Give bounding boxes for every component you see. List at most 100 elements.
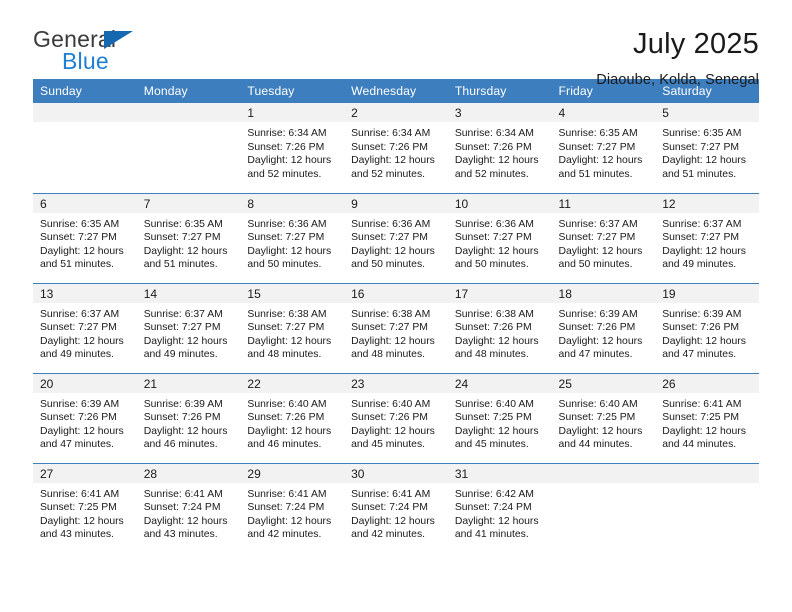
calendar-day-cell[interactable]: 28 Sunrise: 6:41 AM Sunset: 7:24 PM Dayligh…: [136, 462, 241, 553]
calendar-day-cell[interactable]: 11 Sunrise: 6:37 AM Sunset: 7:27 PM Dayligh…: [551, 192, 656, 283]
calendar-day-cell[interactable]: 12 Sunrise: 6:37 AM Sunset: 7:27 PM Dayligh…: [655, 192, 759, 283]
day-sun-details: Sunrise: 6:41 AM Sunset: 7:24 PM Daylight:…: [344, 483, 448, 542]
calendar-week-row: 27 Sunrise: 6:41 AM Sunset: 7:25 PM Dayligh…: [33, 462, 759, 553]
daylight-duration-line2: and 41 minutes.: [454, 529, 529, 541]
sunrise-time: Sunrise: 6:37 AM: [143, 308, 223, 320]
calendar-week-row: 20 Sunrise: 6:39 AM Sunset: 7:26 PM Dayligh…: [33, 372, 759, 463]
day-number: 11: [551, 193, 656, 213]
day-number: 2: [344, 103, 448, 122]
sunset-time: Sunset: 7:27 PM: [247, 232, 325, 244]
calendar-day-cell[interactable]: 21 Sunrise: 6:39 AM Sunset: 7:26 PM Dayligh…: [136, 372, 241, 463]
calendar-day-cell[interactable]: 4 Sunrise: 6:35 AM Sunset: 7:27 PM Daylight…: [551, 103, 656, 193]
day-cell-inner: 11 Sunrise: 6:37 AM Sunset: 7:27 PM Dayligh…: [551, 193, 656, 283]
day-cell-inner: 15 Sunrise: 6:38 AM Sunset: 7:27 PM Dayligh…: [240, 283, 345, 373]
sunset-time: Sunset: 7:25 PM: [40, 502, 117, 514]
day-sun-details: Sunrise: 6:40 AM Sunset: 7:26 PM Daylight:…: [344, 393, 448, 452]
sunrise-time: Sunrise: 6:38 AM: [247, 308, 327, 320]
daylight-duration-line1: Daylight: 12 hours: [143, 515, 228, 527]
day-sun-details: Sunrise: 6:35 AM Sunset: 7:27 PM Daylight:…: [655, 122, 759, 181]
sunrise-time: Sunrise: 6:42 AM: [454, 488, 534, 500]
calendar-day-cell[interactable]: 22 Sunrise: 6:40 AM Sunset: 7:26 PM Dayligh…: [240, 372, 345, 463]
day-sun-details: Sunrise: 6:41 AM Sunset: 7:25 PM Daylight:…: [655, 393, 759, 452]
sunrise-time: Sunrise: 6:38 AM: [351, 308, 431, 320]
day-number: 27: [33, 463, 137, 483]
general-blue-logo[interactable]: General Blue: [33, 28, 163, 84]
calendar-day-cell[interactable]: 17 Sunrise: 6:38 AM Sunset: 7:26 PM Dayligh…: [447, 282, 552, 373]
day-sun-details: Sunrise: 6:39 AM Sunset: 7:26 PM Daylight:…: [137, 393, 241, 452]
calendar-day-cell[interactable]: 14 Sunrise: 6:37 AM Sunset: 7:27 PM Dayligh…: [136, 282, 241, 373]
calendar-day-cell[interactable]: 8 Sunrise: 6:36 AM Sunset: 7:27 PM Daylight…: [240, 192, 345, 283]
daylight-duration-line2: and 43 minutes.: [143, 529, 218, 541]
day-cell-inner: 16 Sunrise: 6:38 AM Sunset: 7:27 PM Dayligh…: [344, 283, 448, 373]
daylight-duration-line2: and 45 minutes.: [351, 439, 426, 451]
calendar-day-cell[interactable]: 19 Sunrise: 6:39 AM Sunset: 7:26 PM Dayligh…: [655, 282, 759, 373]
calendar-day-cell[interactable]: 20 Sunrise: 6:39 AM Sunset: 7:26 PM Dayligh…: [33, 372, 137, 463]
sunrise-time: Sunrise: 6:36 AM: [454, 218, 534, 230]
day-sun-details: Sunrise: 6:39 AM Sunset: 7:26 PM Daylight:…: [552, 303, 656, 362]
calendar-day-cell[interactable]: 31 Sunrise: 6:42 AM Sunset: 7:24 PM Dayligh…: [447, 462, 552, 553]
calendar-day-cell[interactable]: 1 Sunrise: 6:34 AM Sunset: 7:26 PM Daylight…: [240, 103, 345, 193]
calendar-day-cell[interactable]: 26 Sunrise: 6:41 AM Sunset: 7:25 PM Dayligh…: [655, 372, 759, 463]
daylight-duration-line1: Daylight: 12 hours: [662, 425, 746, 437]
calendar-day-cell[interactable]: 2 Sunrise: 6:34 AM Sunset: 7:26 PM Daylight…: [344, 103, 448, 193]
calendar-day-cell[interactable]: 3 Sunrise: 6:34 AM Sunset: 7:26 PM Daylight…: [447, 103, 552, 193]
calendar-day-cell-empty: [33, 103, 137, 193]
calendar-day-cell[interactable]: 23 Sunrise: 6:40 AM Sunset: 7:26 PM Dayligh…: [344, 372, 448, 463]
weekday-header-tuesday: Tuesday: [240, 79, 345, 103]
daylight-duration-line2: and 47 minutes.: [40, 439, 114, 451]
sunset-time: Sunset: 7:26 PM: [247, 412, 325, 424]
calendar-day-cell[interactable]: 5 Sunrise: 6:35 AM Sunset: 7:27 PM Daylight…: [655, 103, 759, 193]
calendar-week-row: 13 Sunrise: 6:37 AM Sunset: 7:27 PM Dayligh…: [33, 282, 759, 373]
day-sun-details: Sunrise: 6:37 AM Sunset: 7:27 PM Daylight:…: [137, 303, 241, 362]
sunset-time: Sunset: 7:24 PM: [143, 502, 221, 514]
sunrise-time: Sunrise: 6:40 AM: [247, 398, 327, 410]
daylight-duration-line2: and 51 minutes.: [143, 259, 218, 271]
calendar-table: Sunday Monday Tuesday Wednesday Thursday…: [33, 79, 759, 553]
day-sun-details: Sunrise: 6:35 AM Sunset: 7:27 PM Daylight:…: [33, 213, 137, 272]
calendar-day-cell[interactable]: 29 Sunrise: 6:41 AM Sunset: 7:24 PM Dayligh…: [240, 462, 345, 553]
sunset-time: Sunset: 7:27 PM: [40, 232, 117, 244]
calendar-day-cell[interactable]: 9 Sunrise: 6:36 AM Sunset: 7:27 PM Daylight…: [344, 192, 448, 283]
sunrise-time: Sunrise: 6:41 AM: [351, 488, 431, 500]
day-number: 26: [655, 373, 759, 393]
day-number: 14: [136, 283, 241, 303]
day-number: 3: [447, 103, 552, 122]
sunrise-time: Sunrise: 6:39 AM: [558, 308, 638, 320]
daylight-duration-line1: Daylight: 12 hours: [247, 515, 332, 527]
calendar-day-cell[interactable]: 7 Sunrise: 6:35 AM Sunset: 7:27 PM Daylight…: [136, 192, 241, 283]
day-cell-inner: 26 Sunrise: 6:41 AM Sunset: 7:25 PM Dayligh…: [655, 373, 759, 463]
day-number: 9: [344, 193, 448, 213]
day-number: 31: [447, 463, 552, 483]
calendar-day-cell[interactable]: 16 Sunrise: 6:38 AM Sunset: 7:27 PM Dayligh…: [344, 282, 448, 373]
sunset-time: Sunset: 7:27 PM: [662, 141, 740, 153]
daylight-duration-line1: Daylight: 12 hours: [558, 245, 643, 257]
daylight-duration-line1: Daylight: 12 hours: [351, 155, 435, 167]
sunset-time: Sunset: 7:27 PM: [454, 232, 532, 244]
day-number: 29: [240, 463, 345, 483]
daylight-duration-line1: Daylight: 12 hours: [454, 425, 539, 437]
calendar-day-cell[interactable]: 27 Sunrise: 6:41 AM Sunset: 7:25 PM Dayligh…: [33, 462, 137, 553]
day-sun-details: Sunrise: 6:36 AM Sunset: 7:27 PM Daylight:…: [240, 213, 344, 272]
calendar-day-cell[interactable]: 25 Sunrise: 6:40 AM Sunset: 7:25 PM Dayligh…: [551, 372, 656, 463]
daylight-duration-line1: Daylight: 12 hours: [558, 425, 643, 437]
day-number: 6: [33, 193, 137, 213]
day-number: 28: [136, 463, 241, 483]
sunset-time: Sunset: 7:27 PM: [40, 322, 117, 334]
sunrise-time: Sunrise: 6:40 AM: [558, 398, 638, 410]
calendar-day-cell[interactable]: 13 Sunrise: 6:37 AM Sunset: 7:27 PM Dayligh…: [33, 282, 137, 373]
calendar-day-cell[interactable]: 6 Sunrise: 6:35 AM Sunset: 7:27 PM Daylight…: [33, 192, 137, 283]
day-cell-inner: 20 Sunrise: 6:39 AM Sunset: 7:26 PM Dayligh…: [33, 373, 137, 463]
calendar-day-cell[interactable]: 15 Sunrise: 6:38 AM Sunset: 7:27 PM Dayligh…: [240, 282, 345, 373]
day-sun-details: Sunrise: 6:35 AM Sunset: 7:27 PM Daylight:…: [137, 213, 241, 272]
day-number: 10: [447, 193, 552, 213]
calendar-day-cell[interactable]: 24 Sunrise: 6:40 AM Sunset: 7:25 PM Dayligh…: [447, 372, 552, 463]
sunset-time: Sunset: 7:26 PM: [662, 322, 740, 334]
sunset-time: Sunset: 7:27 PM: [351, 232, 428, 244]
calendar-day-cell[interactable]: 30 Sunrise: 6:41 AM Sunset: 7:24 PM Dayligh…: [344, 462, 448, 553]
sunset-time: Sunset: 7:25 PM: [454, 412, 532, 424]
sunset-time: Sunset: 7:24 PM: [454, 502, 532, 514]
calendar-day-cell[interactable]: 10 Sunrise: 6:36 AM Sunset: 7:27 PM Dayligh…: [447, 192, 552, 283]
day-sun-details: Sunrise: 6:41 AM Sunset: 7:25 PM Daylight:…: [33, 483, 137, 542]
calendar-day-cell[interactable]: 18 Sunrise: 6:39 AM Sunset: 7:26 PM Dayligh…: [551, 282, 656, 373]
sunrise-time: Sunrise: 6:39 AM: [662, 308, 742, 320]
